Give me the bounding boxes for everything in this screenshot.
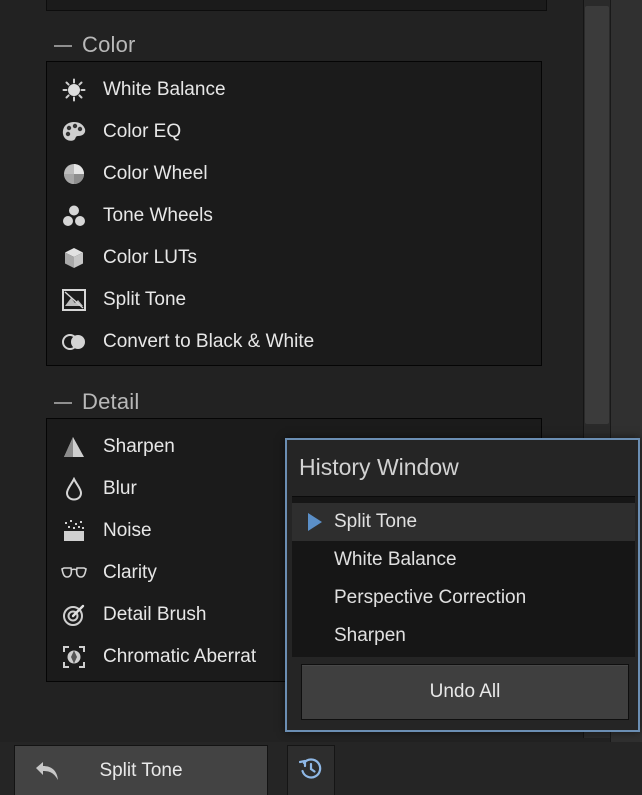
color-wheel-icon (61, 161, 87, 187)
history-item-label: Perspective Correction (334, 587, 527, 608)
history-marker-spacer (306, 625, 324, 647)
tool-white-balance[interactable]: White Balance (61, 69, 226, 111)
color-eq-icon (61, 119, 87, 145)
history-window: History Window Split Tone White Balance … (285, 438, 640, 732)
history-toggle-button[interactable] (287, 745, 335, 795)
current-edit-button[interactable]: Split Tone (14, 745, 268, 795)
history-item[interactable]: Perspective Correction (292, 579, 635, 617)
detail-brush-icon (61, 602, 87, 628)
history-marker-spacer (306, 549, 324, 571)
current-edit-label: Split Tone (99, 760, 183, 781)
tool-color-wheel[interactable]: Color Wheel (61, 153, 208, 195)
black-white-icon (61, 329, 87, 355)
color-tools-list: White Balance Color EQ Color Wheel Tone … (46, 61, 542, 366)
tool-label: Detail Brush (103, 604, 207, 625)
undo-arrow-icon (33, 760, 61, 784)
tool-sharpen[interactable]: Sharpen (61, 426, 175, 468)
color-section-title: Color (82, 32, 136, 57)
tool-label: White Balance (103, 79, 226, 100)
tool-convert-black-white[interactable]: Convert to Black & White (61, 321, 314, 363)
tool-label: Blur (103, 478, 137, 499)
tool-label: Color LUTs (103, 247, 197, 268)
tool-label: Noise (103, 520, 152, 541)
collapse-icon[interactable] (54, 402, 72, 404)
history-marker-spacer (306, 587, 324, 609)
tool-color-eq[interactable]: Color EQ (61, 111, 181, 153)
panel-scroll-thumb[interactable] (585, 6, 609, 424)
current-state-marker-icon (306, 511, 324, 533)
tool-label: Convert to Black & White (103, 331, 315, 352)
history-item-label: Split Tone (334, 511, 418, 532)
tool-label: Color Wheel (103, 163, 208, 184)
undo-all-button[interactable]: Undo All (301, 664, 629, 720)
detail-section-title: Detail (82, 389, 140, 414)
tool-color-luts[interactable]: Color LUTs (61, 237, 197, 279)
tool-label: Color EQ (103, 121, 182, 142)
tone-wheels-icon (61, 203, 87, 229)
clarity-icon (61, 560, 87, 586)
tool-noise[interactable]: Noise (61, 510, 152, 552)
previous-section-bottom (46, 0, 547, 11)
history-item-label: White Balance (334, 549, 457, 570)
history-icon (298, 757, 323, 786)
tool-split-tone[interactable]: Split Tone (61, 279, 186, 321)
tool-chromatic-aberration[interactable]: Chromatic Aberrat (61, 636, 256, 678)
tool-label: Split Tone (103, 289, 187, 310)
tool-blur[interactable]: Blur (61, 468, 137, 510)
blur-icon (61, 476, 87, 502)
collapse-icon[interactable] (54, 45, 72, 47)
split-tone-icon (61, 287, 87, 313)
editing-panel: Color White Balance Color EQ Color Wheel… (0, 0, 642, 795)
tool-tone-wheels[interactable]: Tone Wheels (61, 195, 213, 237)
history-item[interactable]: White Balance (292, 541, 635, 579)
history-list: Split Tone White Balance Perspective Cor… (292, 496, 635, 657)
history-window-title: History Window (299, 454, 459, 480)
chromatic-aberration-icon (61, 644, 87, 670)
tool-label: Chromatic Aberrat (103, 646, 257, 667)
color-luts-icon (61, 245, 87, 271)
color-section-header[interactable]: Color (54, 31, 136, 59)
tool-detail-brush[interactable]: Detail Brush (61, 594, 207, 636)
sharpen-icon (61, 434, 87, 460)
tool-label: Sharpen (103, 436, 175, 457)
noise-icon (61, 518, 87, 544)
detail-section-header[interactable]: Detail (54, 388, 139, 416)
history-item-selected[interactable]: Split Tone (292, 503, 635, 541)
tool-label: Tone Wheels (103, 205, 213, 226)
tool-label: Clarity (103, 562, 157, 583)
tool-clarity[interactable]: Clarity (61, 552, 157, 594)
history-item-label: Sharpen (334, 625, 406, 646)
history-item[interactable]: Sharpen (292, 617, 635, 655)
white-balance-icon (61, 77, 87, 103)
